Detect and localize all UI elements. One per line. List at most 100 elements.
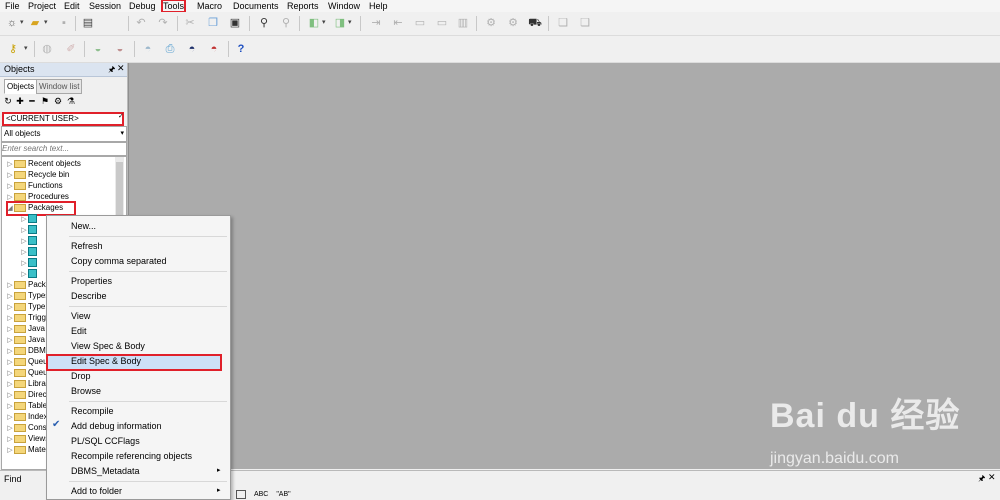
tree-item-package[interactable]: ▷ — [20, 213, 37, 224]
new-icon[interactable]: ☼ — [5, 16, 19, 30]
remove-icon[interactable]: ━ — [27, 96, 37, 107]
context-menu-item-properties[interactable]: Properties — [71, 275, 112, 287]
window-list-icon[interactable]: ❏ — [556, 16, 570, 30]
object-filter-select[interactable]: All objects ▾ — [1, 126, 127, 142]
pin-icon[interactable]: 🖈 — [108, 64, 115, 78]
undo-icon[interactable]: ↶ — [134, 16, 148, 30]
close-icon[interactable]: ✕ — [988, 472, 996, 483]
menu-window[interactable]: Window — [328, 0, 360, 12]
paste-icon[interactable]: ▣ — [228, 16, 242, 30]
open-icon[interactable]: ▰ — [28, 16, 42, 30]
pin-icon[interactable]: 🖈 — [978, 473, 985, 487]
new-dropdown-icon[interactable]: ▾ — [20, 18, 24, 26]
commit-icon[interactable]: ◒ — [91, 42, 105, 56]
folder-icon — [14, 170, 26, 179]
context-menu-item-copy-comma-separated[interactable]: Copy comma separated — [71, 255, 167, 267]
key-icon[interactable]: ⚷ — [6, 42, 20, 56]
menu-session[interactable]: Session — [89, 0, 121, 12]
indent-icon[interactable]: ⇥ — [369, 16, 383, 30]
key-dropdown-icon[interactable]: ▾ — [24, 44, 28, 52]
tree-item-types[interactable]: ▷ Types — [6, 290, 49, 301]
add-icon[interactable]: ✚ — [15, 96, 25, 107]
tree-item-recent-objects[interactable]: ▷ Recent objects — [6, 158, 81, 169]
whole-word-option[interactable]: "AB" — [276, 491, 290, 498]
find-object-icon[interactable]: ⚑ — [40, 96, 50, 107]
find-next-icon[interactable]: ⚲ — [279, 16, 293, 30]
context-menu-item-recompile[interactable]: Recompile — [71, 405, 114, 417]
find-icon[interactable]: ⚲ — [257, 16, 271, 30]
navigate-forward-icon[interactable]: ◨ — [333, 16, 347, 30]
context-menu-item-new[interactable]: New... — [71, 220, 96, 232]
menu-documents[interactable]: Documents — [233, 0, 279, 12]
menu-project[interactable]: Project — [28, 0, 56, 12]
chevron-down-icon[interactable]: ✓ — [118, 112, 124, 120]
menu-file[interactable]: File — [5, 0, 20, 12]
match-case-option[interactable]: ABC — [254, 491, 268, 498]
back-dropdown-icon[interactable]: ▾ — [322, 18, 326, 26]
preferences-icon[interactable]: ◓ — [207, 42, 221, 56]
print-icon[interactable]: ⎙ — [163, 42, 177, 56]
context-menu-item-edit-spec-body[interactable]: Edit Spec & Body — [71, 355, 141, 367]
context-menu-item-add-debug-information[interactable]: Add debug information — [71, 420, 162, 432]
navigate-back-icon[interactable]: ◧ — [307, 16, 321, 30]
unindent-icon[interactable]: ⇤ — [391, 16, 405, 30]
explain-plan-icon[interactable]: ⛟ — [528, 16, 542, 30]
rollback-icon[interactable]: ◒ — [113, 42, 127, 56]
uppercase-icon[interactable]: ▥ — [456, 16, 470, 30]
menu-reports[interactable]: Reports — [287, 0, 319, 12]
tree-item-package[interactable]: ▷ — [20, 257, 37, 268]
menu-debug[interactable]: Debug — [129, 0, 156, 12]
tree-item-package[interactable]: ▷ — [20, 235, 37, 246]
context-menu-item-pl-sql-ccflags[interactable]: PL/SQL CCFlags — [71, 435, 140, 447]
compile-icon[interactable]: ⚗ — [66, 96, 76, 107]
context-menu-item-dbms-metadata[interactable]: DBMS_Metadata — [71, 465, 140, 477]
comment-icon[interactable]: ▭ — [413, 16, 427, 30]
tab-window-list[interactable]: Window list — [36, 79, 83, 94]
redo-icon[interactable]: ↷ — [156, 16, 170, 30]
execute-icon[interactable]: ⚙ — [484, 16, 498, 30]
menu-help[interactable]: Help — [369, 0, 388, 12]
close-icon[interactable]: ✕ — [117, 63, 125, 74]
tab-objects[interactable]: Objects — [4, 79, 38, 94]
uncomment-icon[interactable]: ▭ — [435, 16, 449, 30]
help-icon[interactable]: ? — [234, 42, 248, 56]
collapse-arrow-icon[interactable]: ▷ — [6, 445, 14, 456]
save-icon[interactable]: ▪ — [57, 16, 71, 30]
database-icon[interactable]: ◓ — [141, 42, 155, 56]
connect-icon[interactable]: ◍ — [40, 42, 54, 56]
context-menu-item-drop[interactable]: Drop — [71, 370, 91, 382]
search-input[interactable] — [1, 142, 127, 156]
open-dropdown-icon[interactable]: ▾ — [44, 18, 48, 26]
cut-icon[interactable]: ✂ — [183, 16, 197, 30]
copy-icon[interactable]: ❐ — [206, 16, 220, 30]
current-user-select[interactable]: <CURRENT USER> — [2, 112, 124, 126]
menu-edit[interactable]: Edit — [64, 0, 80, 12]
tree-item-recycle-bin[interactable]: ▷ Recycle bin — [6, 169, 69, 180]
print-icon[interactable]: ▤ — [81, 16, 95, 30]
tree-item-tables[interactable]: ▷ Tables — [6, 400, 51, 411]
context-menu-item-edit[interactable]: Edit — [71, 325, 87, 337]
tree-item-package[interactable]: ▷ — [20, 224, 37, 235]
tree-item-views[interactable]: ▷ Views — [6, 433, 49, 444]
context-menu-item-recompile-referencing-objects[interactable]: Recompile referencing objects — [71, 450, 192, 462]
refresh-icon[interactable]: ↻ — [3, 96, 13, 107]
watermark-brand: Bai du 经验 — [770, 397, 961, 435]
disconnect-icon[interactable]: ✐ — [64, 42, 78, 56]
filter-icon[interactable]: ⚙ — [53, 96, 63, 107]
context-menu-item-refresh[interactable]: Refresh — [71, 240, 103, 252]
tree-item-functions[interactable]: ▷ Functions — [6, 180, 62, 191]
context-menu-item-browse[interactable]: Browse — [71, 385, 101, 397]
tree-item-package[interactable]: ▷ — [20, 246, 37, 257]
folder-icon — [14, 445, 26, 454]
menu-macro[interactable]: Macro — [197, 0, 222, 12]
tree-item-package[interactable]: ▷ — [20, 268, 37, 279]
cascade-icon[interactable]: ❏ — [578, 16, 592, 30]
session-icon[interactable]: ◓ — [185, 42, 199, 56]
stop-icon[interactable]: ⚙ — [506, 16, 520, 30]
context-menu-item-view-spec-body[interactable]: View Spec & Body — [71, 340, 145, 352]
menu-tools[interactable]: Tools — [160, 0, 187, 13]
forward-dropdown-icon[interactable]: ▾ — [348, 18, 352, 26]
context-menu-item-view[interactable]: View — [71, 310, 90, 322]
context-menu-item-add-to-folder[interactable]: Add to folder — [71, 485, 122, 497]
context-menu-item-describe[interactable]: Describe — [71, 290, 107, 302]
